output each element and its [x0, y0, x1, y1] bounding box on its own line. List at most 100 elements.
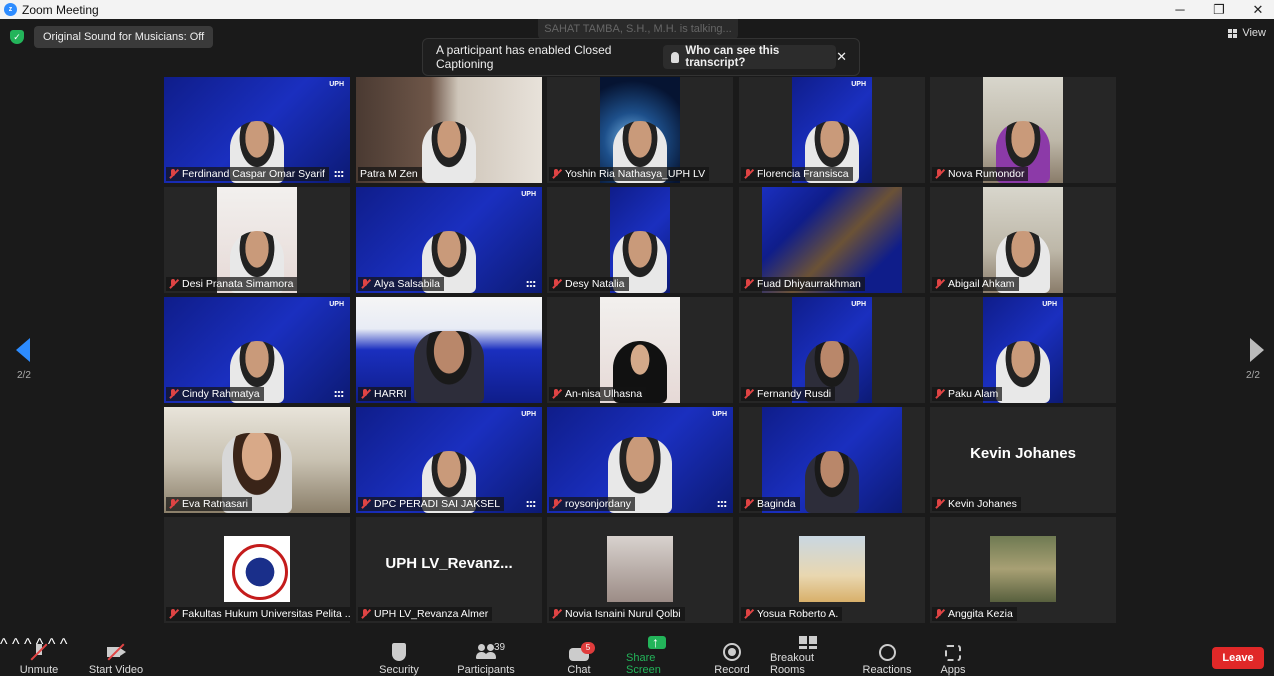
participant-name: Eva Ratnasari [182, 498, 248, 510]
unmute-button[interactable]: Unmute [18, 636, 60, 676]
record-label: Record [714, 664, 750, 676]
participant-name: Anggita Kezia [948, 608, 1013, 620]
name-bar: Abigail Ahkam [932, 277, 1019, 291]
mic-muted-icon [934, 279, 944, 289]
brand-label: UPH [521, 411, 536, 418]
participant-name: DPC PERADI SAI JAKSEL [374, 498, 501, 510]
more-options-icon[interactable] [526, 500, 536, 508]
reactions-button[interactable]: Reactions [862, 636, 912, 676]
mic-muted-icon [743, 499, 753, 509]
participant-tile[interactable]: Anggita Kezia [930, 517, 1116, 623]
participant-tile[interactable]: Nova Rumondor [930, 77, 1116, 183]
participant-name: Fakultas Hukum Universitas Pelita ... [182, 608, 350, 620]
more-options-icon[interactable] [526, 280, 536, 288]
participant-name: Desi Pranata Simamora [182, 278, 294, 290]
unmute-label: Unmute [19, 664, 59, 676]
participant-tile[interactable]: HARRI [356, 297, 542, 403]
mic-muted-icon [743, 279, 753, 289]
participants-label: Participants [457, 664, 515, 676]
mic-muted-icon [743, 609, 753, 619]
name-bar: DPC PERADI SAI JAKSEL [358, 497, 505, 511]
name-bar: HARRI [358, 387, 411, 401]
mic-muted-icon [168, 169, 178, 179]
brand-label: UPH [1042, 301, 1057, 308]
mic-muted-icon [168, 389, 178, 399]
audio-options-caret-icon[interactable]: ^ [0, 636, 8, 653]
participant-name: Alya Salsabila [374, 278, 440, 290]
name-bar: Patra M Zen [358, 167, 422, 181]
name-bar: Alya Salsabila [358, 277, 444, 291]
participant-figure [422, 121, 476, 183]
participant-name: Kevin Johanes [948, 498, 1017, 510]
breakout-rooms-button[interactable]: Breakout Rooms [770, 636, 848, 676]
start-video-button[interactable]: Start Video [88, 636, 144, 676]
participant-name: Yosua Roberto A. [757, 608, 839, 620]
participant-tile[interactable]: An-nisa Ulhasna [547, 297, 733, 403]
apps-button[interactable]: Apps [938, 636, 968, 676]
participant-tile[interactable]: Novia Isnaini Nurul Qolbi [547, 517, 733, 623]
participant-tile[interactable]: UPH DPC PERADI SAI JAKSEL [356, 407, 542, 513]
mic-muted-icon [551, 499, 561, 509]
mic-muted-icon [743, 389, 753, 399]
mic-muted-icon [551, 389, 561, 399]
mic-muted-icon [360, 499, 370, 509]
participant-tile[interactable]: Kevin Johanes Kevin Johanes [930, 407, 1116, 513]
participant-tile[interactable]: UPH LV_Revanz... UPH LV_Revanza Almer [356, 517, 542, 623]
leave-button[interactable]: Leave [1212, 647, 1264, 669]
name-bar: Anggita Kezia [932, 607, 1017, 621]
record-icon [723, 643, 741, 661]
participant-tile[interactable]: UPH Paku Alam [930, 297, 1116, 403]
previous-page-arrow-icon[interactable] [16, 338, 30, 362]
record-button[interactable]: Record [714, 636, 750, 676]
more-options-icon[interactable] [334, 170, 344, 178]
name-bar: Yosua Roberto A. [741, 607, 843, 621]
participant-tile[interactable]: Eva Ratnasari [164, 407, 350, 513]
participant-tile[interactable]: Patra M Zen [356, 77, 542, 183]
participant-name: Novia Isnaini Nurul Qolbi [565, 608, 681, 620]
security-button[interactable]: Security [378, 636, 420, 676]
chat-button[interactable]: 5 Chat [564, 636, 595, 676]
participant-name: Baginda [757, 498, 796, 510]
chat-icon: 5 [569, 642, 595, 661]
name-bar: Florencia Fransisca [741, 167, 853, 181]
who-can-see-transcript-button[interactable]: Who can see this transcript? [663, 45, 837, 69]
name-bar: roysonjordany [549, 497, 635, 511]
camera-off-icon [106, 643, 126, 661]
participant-tile[interactable]: Abigail Ahkam [930, 187, 1116, 293]
participant-tile[interactable]: UPH Alya Salsabila [356, 187, 542, 293]
participant-tile[interactable]: Desy Natalia [547, 187, 733, 293]
participant-tile[interactable]: Yosua Roberto A. [739, 517, 925, 623]
participant-name: Paku Alam [948, 388, 999, 400]
brand-label: UPH [851, 81, 866, 88]
next-page-arrow-icon[interactable] [1250, 338, 1264, 362]
view-button[interactable]: View [1228, 27, 1266, 39]
brand-label: UPH [712, 411, 727, 418]
name-bar: Nova Rumondor [932, 167, 1029, 181]
participant-tile[interactable]: Fuad Dhiyaurrakhman [739, 187, 925, 293]
minimize-button[interactable]: ─ [1160, 0, 1200, 19]
cc-close-icon[interactable]: ✕ [836, 49, 847, 65]
participant-tile[interactable]: Fakultas Hukum Universitas Pelita ... [164, 517, 350, 623]
participant-tile[interactable]: Baginda [739, 407, 925, 513]
participant-tile[interactable]: UPH Fernandy Rusdi [739, 297, 925, 403]
chat-unread-badge: 5 [581, 642, 595, 654]
brand-label: UPH [851, 301, 866, 308]
participants-icon: 39 [476, 642, 505, 661]
original-sound-button[interactable]: Original Sound for Musicians: Off [34, 26, 214, 48]
participant-tile[interactable]: Yoshin Ria Nathasya_UPH LV [547, 77, 733, 183]
encryption-shield-icon[interactable]: ✓ [10, 30, 24, 44]
participant-tile[interactable]: UPH Florencia Fransisca [739, 77, 925, 183]
participants-button[interactable]: 39 Participants [456, 636, 516, 676]
participant-figure [805, 451, 859, 513]
participant-tile[interactable]: UPH roysonjordany [547, 407, 733, 513]
talking-indicator: SAHAT TAMBA, S.H., M.H. is talking... [538, 19, 738, 39]
apps-caret-icon[interactable]: ^ [60, 636, 68, 653]
participant-tile[interactable]: Desi Pranata Simamora [164, 187, 350, 293]
participant-tile[interactable]: UPH Ferdinand Caspar Omar Syarif [164, 77, 350, 183]
more-options-icon[interactable] [717, 500, 727, 508]
participant-tile[interactable]: UPH Cindy Rahmatya [164, 297, 350, 403]
close-button[interactable]: ✕ [1238, 0, 1274, 19]
maximize-button[interactable]: ❐ [1199, 0, 1239, 19]
share-screen-button[interactable]: Share Screen [626, 634, 688, 676]
more-options-icon[interactable] [334, 390, 344, 398]
